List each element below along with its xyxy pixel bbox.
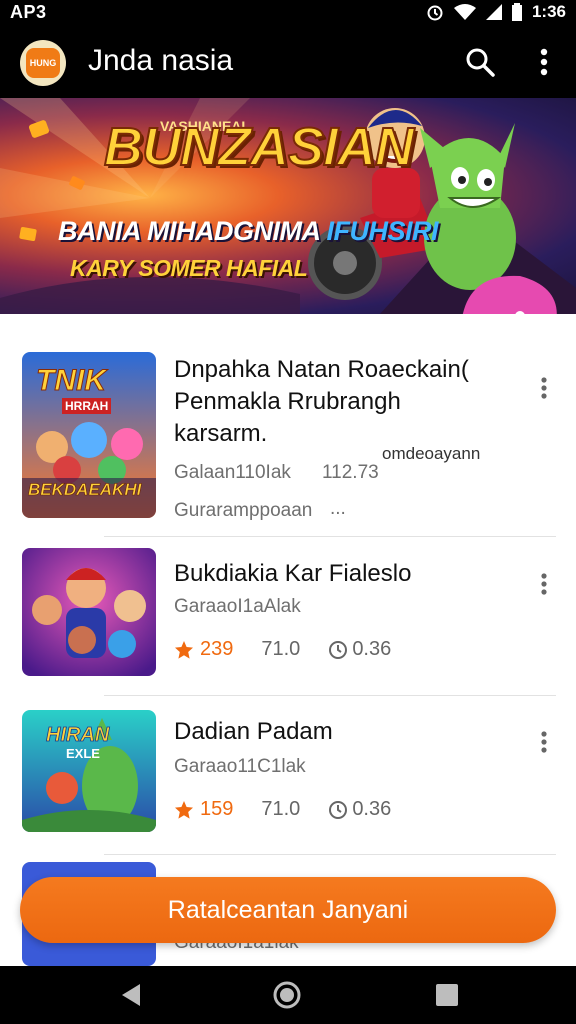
rating-value: 159 [200,798,234,820]
game-title: Dadian Padam [174,718,333,745]
game-meta: 159 71.0 0.36 [174,798,391,821]
app-bar: HUNG Jnda nasia [0,26,576,98]
list-item[interactable]: Bukdiakia Kar Fialeslo GaraaoI1aAlak 239… [0,548,576,678]
more-vert-icon [541,377,547,399]
home-circle-icon [273,981,301,1009]
banner-headline: BANIA MIHADGNIMA IFUHSIRI [58,216,439,247]
thumbnail-caption: BEKDAEAKHI [28,480,142,500]
alarm-icon [426,3,444,21]
rating: 239 [174,638,233,661]
clock-icon [329,800,348,819]
app-logo: HUNG [20,40,66,86]
banner-headline-b: IFUHSIRI [326,216,439,246]
game-publisher-note: omdeoayann [382,444,481,463]
thumbnail-subtitle: HRRAH [62,398,112,414]
game-title: Bukdiakia Kar Fialeslo [174,560,412,587]
more-vert-icon [541,731,547,753]
list-divider [104,854,556,855]
nav-recents-button[interactable] [432,980,462,1010]
time-value: 0.36 [352,638,392,660]
thumbnail-title: TNIK [36,364,107,398]
rating: 159 [174,798,233,821]
game-thumbnail [22,548,156,676]
rating-value: 239 [200,638,234,660]
nav-back-button[interactable] [116,980,146,1010]
game-title: Dnpahka Natan Roaeckain( Penmakla Rrubra… [174,356,469,447]
game-stat-time: 0.36 [328,798,391,821]
recents-square-icon [436,984,458,1006]
game-category: Guraramppoaan [174,500,313,521]
item-overflow-button[interactable] [532,728,556,760]
nav-home-button[interactable] [272,980,302,1010]
back-triangle-icon [122,984,140,1006]
game-thumbnail: HIRAN EXLE [22,710,156,832]
status-bar: AP3 1:36 [0,0,576,26]
game-meta: 239 71.0 0.36 [174,638,391,661]
overflow-menu-button[interactable] [528,42,560,82]
signal-icon [485,4,502,20]
game-thumbnail: TNIK HRRAH BEKDAEAKHI [22,352,156,518]
status-time: 1:36 [531,2,566,21]
game-stat: 71.0 [261,638,301,660]
star-icon [175,640,193,659]
promo-banner[interactable]: VASHIANEAI BUNZASIAN BANIA MIHADGNIMA IF… [0,98,576,314]
status-carrier: AP3 [10,2,47,22]
banner-headline-a: BANIA MIHADGNIMA [58,216,320,246]
thumbnail-subtitle: EXLE [66,746,100,761]
game-developer: Garaao11C1lak [174,756,306,777]
more-vert-icon [541,573,547,595]
app-title: Jnda nasia [88,44,234,77]
thumbnail-title: HIRAN [46,724,110,747]
wifi-icon [453,4,476,20]
game-more-text: ... [330,498,346,519]
app-logo-text: HUNG [26,48,60,78]
list-divider [104,695,556,696]
battery-icon [511,3,522,21]
banner-title: BUNZASIAN [103,116,415,178]
item-overflow-button[interactable] [532,570,556,602]
star-icon [175,800,193,819]
game-developer: Galaan110Iak [174,462,291,483]
list-item[interactable]: HIRAN EXLE Dadian Padam Garaao11C1lak 15… [0,710,576,836]
primary-cta-button[interactable]: Ratalceantan Janyani [20,877,556,943]
item-overflow-button[interactable] [532,374,556,406]
list-item[interactable]: TNIK HRRAH BEKDAEAKHI Dnpahka Natan Roae… [0,352,576,532]
list-divider [104,536,556,537]
game-stat-time: 0.36 [328,638,391,661]
search-button[interactable] [462,44,498,80]
status-icons: 1:36 [426,2,566,22]
time-value: 0.36 [352,798,392,820]
game-stat: 71.0 [261,798,301,820]
more-vert-icon [540,48,548,76]
game-developer: GaraaoI1aAlak [174,596,301,617]
search-icon [466,48,495,77]
game-version: 112.73 [322,462,379,483]
system-nav-bar [0,966,576,1024]
clock-icon [329,640,348,659]
banner-subline: KARY SOMER HAFIAL [70,255,308,281]
